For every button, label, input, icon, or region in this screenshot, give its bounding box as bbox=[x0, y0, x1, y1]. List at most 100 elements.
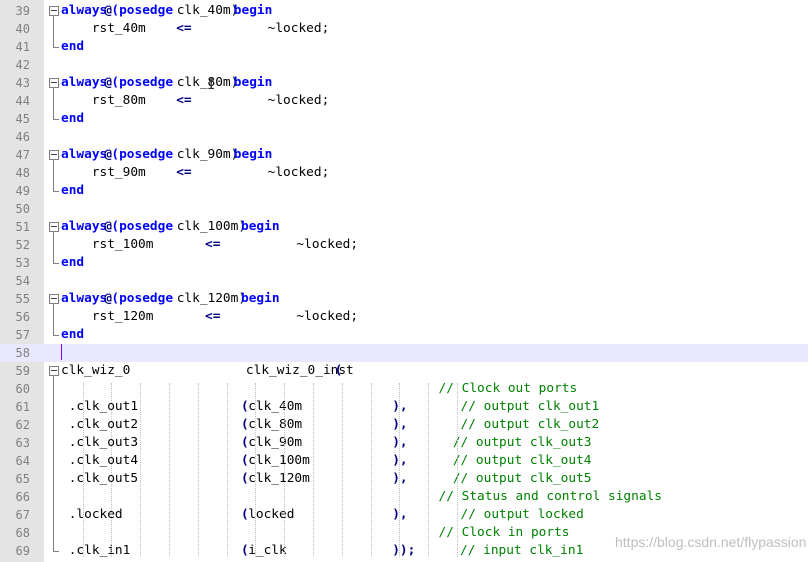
code-token: rst_100m bbox=[61, 237, 216, 252]
line-number: 52 bbox=[15, 238, 30, 252]
code-comment: // Clock out ports bbox=[61, 381, 578, 396]
indent-guide bbox=[140, 383, 142, 557]
code-line[interactable]: 62 .clk_out2 (clk_80m ), // output clk_o… bbox=[0, 416, 808, 434]
code-line[interactable]: 42 bbox=[0, 56, 808, 74]
code-token: ( bbox=[334, 363, 343, 378]
fold-toggle-icon[interactable] bbox=[49, 78, 59, 88]
code-token: <= bbox=[176, 21, 192, 36]
code-line[interactable]: 64 .clk_out4 (clk_100m ), // output clk_… bbox=[0, 452, 808, 470]
code-line[interactable]: 43 always @ (posedge clk_80m) begin bbox=[0, 74, 808, 92]
fold-toggle-icon[interactable] bbox=[49, 222, 59, 232]
code-token: .clk_out4 bbox=[61, 453, 254, 468]
line-number: 59 bbox=[15, 364, 30, 378]
indent-guide bbox=[255, 383, 257, 557]
code-line[interactable]: 45 end bbox=[0, 110, 808, 128]
code-comment: // Status and control signals bbox=[61, 489, 662, 504]
code-keyword: (posedge bbox=[111, 219, 174, 234]
line-number: 39 bbox=[15, 4, 30, 18]
code-line[interactable]: 47 always @ (posedge clk_90m) begin bbox=[0, 146, 808, 164]
code-token: clk_wiz_0 clk_wiz_0_inst bbox=[61, 363, 354, 378]
line-number: 41 bbox=[15, 40, 30, 54]
code-token: clk_120m bbox=[248, 471, 403, 486]
indent-guide bbox=[399, 383, 401, 557]
code-line[interactable]: 65 .clk_out5 (clk_120m ), // output clk_… bbox=[0, 470, 808, 488]
fold-end-marker bbox=[53, 119, 59, 120]
code-token: rst_90m bbox=[61, 165, 185, 180]
indent-guide bbox=[284, 383, 286, 557]
code-line[interactable]: 52 rst_100m <= ~locked; bbox=[0, 236, 808, 254]
code-line[interactable]: 39 always @ (posedge clk_40m) begin bbox=[0, 2, 808, 20]
fold-toggle-icon[interactable] bbox=[49, 150, 59, 160]
code-line[interactable]: 59 clk_wiz_0 clk_wiz_0_inst( bbox=[0, 362, 808, 380]
code-line[interactable]: 60 // Clock out ports bbox=[0, 380, 808, 398]
code-line[interactable]: 63 .clk_out3 (clk_90m ), // output clk_o… bbox=[0, 434, 808, 452]
fold-toggle-icon[interactable] bbox=[49, 366, 59, 376]
code-keyword: begin bbox=[241, 219, 280, 234]
code-line[interactable]: 54 bbox=[0, 272, 808, 290]
code-line[interactable]: 53 end bbox=[0, 254, 808, 272]
code-line[interactable]: 41 end bbox=[0, 38, 808, 56]
code-keyword: end bbox=[61, 327, 85, 342]
code-token: rst_40m bbox=[61, 21, 185, 36]
code-keyword: begin bbox=[233, 147, 273, 162]
code-token: ~locked; bbox=[219, 309, 359, 324]
code-line[interactable]: 57 end bbox=[0, 326, 808, 344]
code-keyword: always bbox=[61, 75, 108, 90]
code-keyword: (posedge bbox=[111, 75, 174, 90]
code-token: rst_120m bbox=[61, 309, 216, 324]
code-keyword: end bbox=[61, 255, 85, 270]
line-number: 40 bbox=[15, 22, 30, 36]
code-keyword: always bbox=[61, 147, 108, 162]
fold-toggle-icon[interactable] bbox=[49, 6, 59, 16]
code-line[interactable]: 56 rst_120m <= ~locked; bbox=[0, 308, 808, 326]
code-line[interactable]: 66 // Status and control signals bbox=[0, 488, 808, 506]
indent-guide bbox=[197, 383, 199, 557]
line-number: 47 bbox=[15, 148, 30, 162]
code-token: locked bbox=[248, 507, 403, 522]
fold-line bbox=[53, 88, 54, 119]
fold-line bbox=[53, 304, 54, 335]
code-line[interactable]: 51 always @ (posedge clk_100m) begin bbox=[0, 218, 808, 236]
code-token: clk_40m) bbox=[169, 3, 239, 18]
code-line[interactable]: 49 end bbox=[0, 182, 808, 200]
code-comment: // output clk_out2 bbox=[406, 417, 600, 432]
fold-end-marker bbox=[53, 335, 59, 336]
text-caret bbox=[61, 344, 62, 360]
fold-toggle-icon[interactable] bbox=[49, 294, 59, 304]
indent-guide bbox=[111, 383, 113, 557]
code-comment: // output locked bbox=[406, 507, 584, 522]
line-number: 69 bbox=[15, 544, 30, 558]
line-number: 50 bbox=[15, 202, 30, 216]
code-keyword: always bbox=[61, 3, 108, 18]
code-token: ~locked; bbox=[190, 21, 330, 36]
code-keyword: begin bbox=[233, 75, 273, 90]
indent-guide bbox=[313, 383, 314, 557]
code-line[interactable]: 50 bbox=[0, 200, 808, 218]
code-token: clk_80m) bbox=[169, 75, 239, 90]
code-token: )); bbox=[392, 543, 416, 558]
code-token: <= bbox=[205, 309, 221, 324]
line-number: 53 bbox=[15, 256, 30, 270]
code-line[interactable]: 48 rst_90m <= ~locked; bbox=[0, 164, 808, 182]
code-line[interactable]: 61 .clk_out1 (clk_40m ), // output clk_o… bbox=[0, 398, 808, 416]
line-number: 42 bbox=[15, 58, 30, 72]
code-token: ~locked; bbox=[219, 237, 359, 252]
code-line[interactable]: 44 rst_80m <= ~locked; bbox=[0, 92, 808, 110]
line-number: 57 bbox=[15, 328, 30, 342]
code-line[interactable]: 46 bbox=[0, 128, 808, 146]
fold-end-marker bbox=[53, 191, 59, 192]
code-token: .locked bbox=[61, 507, 254, 522]
code-token: <= bbox=[176, 93, 192, 108]
code-keyword: end bbox=[61, 183, 85, 198]
code-editor[interactable]: 39 always @ (posedge clk_40m) begin 40 rst_40… bbox=[0, 0, 808, 562]
code-line[interactable]: 55 always @ (posedge clk_120m) begin bbox=[0, 290, 808, 308]
code-line[interactable]: 40 rst_40m <= ~locked; bbox=[0, 20, 808, 38]
code-token: .clk_out3 bbox=[61, 435, 254, 450]
line-number: 49 bbox=[15, 184, 30, 198]
code-comment: // Clock in ports bbox=[61, 525, 570, 540]
code-line[interactable]: 67 .locked (locked ), // output locked bbox=[0, 506, 808, 524]
fold-line bbox=[53, 232, 54, 263]
code-token: clk_90m bbox=[248, 435, 403, 450]
code-line[interactable]: 58 bbox=[0, 344, 808, 362]
code-token: i_clk bbox=[248, 543, 403, 558]
